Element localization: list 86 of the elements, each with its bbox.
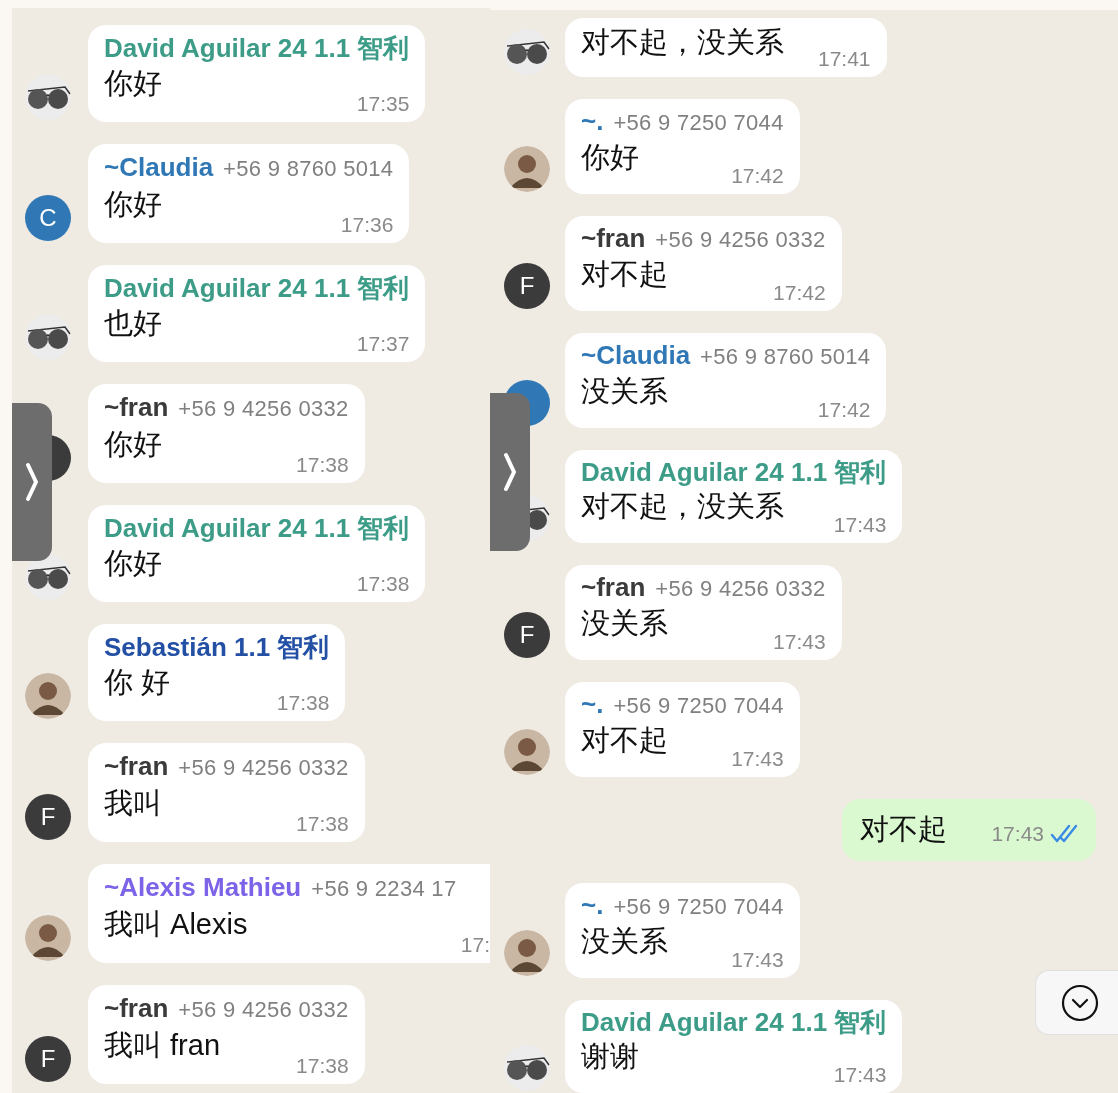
letter-avatar: F (504, 612, 550, 658)
message-text: 没关系 (581, 924, 668, 959)
side-handle[interactable] (490, 393, 530, 551)
sender-name: ~. (581, 889, 604, 921)
message-text: 你 好 (104, 665, 171, 700)
message-time: 17:42 (773, 280, 826, 306)
person-avatar (25, 915, 71, 961)
message-time: 17:37 (356, 331, 410, 357)
sender-name: ~Claudia (581, 339, 691, 371)
message-time: 17:38 (296, 1053, 349, 1079)
message-text: 谢谢 (581, 1039, 639, 1074)
message-time: 17:42 (817, 397, 871, 423)
message-text: 你好 (104, 187, 162, 222)
sender-name: ~. (581, 688, 604, 720)
sender-phone: +56 9 8760 5014 (223, 155, 394, 183)
message-text: 你好 (581, 140, 639, 175)
sender-phone: +56 9 7250 7044 (613, 109, 784, 137)
sender-phone: +56 9 7250 7044 (613, 692, 784, 720)
message-text: 你好 (104, 427, 162, 462)
message-text: 我叫 (104, 786, 162, 821)
message-text: 对不起 (581, 257, 668, 292)
sender-name: David Aguilar 24 1.1 智利 (104, 272, 410, 305)
message-time: 17:43 (731, 947, 784, 973)
sender-name: David Aguilar 24 1.1 智利 (581, 456, 887, 488)
person-avatar (504, 729, 550, 775)
sender-name: ~fran (104, 992, 169, 1025)
letter-avatar: F (25, 1036, 71, 1082)
message-text: 也好 (104, 306, 162, 341)
sender-name: David Aguilar 24 1.1 智利 (104, 512, 410, 545)
sender-name: ~fran (581, 222, 646, 254)
message-time: 17:38 (296, 811, 349, 837)
sunglasses-avatar (25, 74, 71, 120)
message-time: 17:35 (356, 91, 410, 117)
sender-phone: +56 9 4256 0332 (178, 395, 349, 423)
sender-name: ~fran (104, 391, 169, 424)
sender-name: ~Alexis Mathieu (104, 871, 302, 904)
side-handle[interactable] (12, 403, 52, 561)
sender-phone: +56 9 8760 5014 (700, 343, 871, 371)
message-time: 17:36 (340, 212, 394, 238)
message-text: 我叫 Alexis (104, 907, 248, 942)
sender-name: ~. (581, 105, 604, 137)
person-avatar (504, 146, 550, 192)
sender-name: Sebastián 1.1 智利 (104, 631, 330, 664)
sender-phone: +56 9 4256 0332 (178, 754, 349, 782)
message-time: 17:41 (818, 46, 871, 72)
sender-phone: +56 9 7250 7044 (613, 893, 784, 921)
message-time: 17:43 (833, 1062, 887, 1088)
chevron-right-icon (25, 462, 39, 502)
sender-phone: +56 9 4256 0332 (178, 996, 349, 1024)
letter-avatar: F (504, 263, 550, 309)
scroll-down-button[interactable] (1035, 970, 1118, 1035)
letter-avatar: F (25, 794, 71, 840)
sender-name: David Aguilar 24 1.1 智利 (104, 32, 410, 65)
sender-phone: +56 9 4256 0332 (655, 226, 826, 254)
sender-name: ~Claudia (104, 151, 214, 184)
message-text: 对不起 (860, 812, 948, 847)
sender-name: ~fran (581, 571, 646, 603)
letter-avatar: C (25, 195, 71, 241)
sender-name: David Aguilar 24 1.1 智利 (581, 1006, 887, 1038)
message-text: 对不起，没关系 (581, 25, 784, 60)
sender-phone: +56 9 4256 0332 (655, 575, 826, 603)
message-time: 17:38 (276, 690, 330, 716)
sunglasses-avatar (25, 314, 71, 360)
message-time: 17:43 (833, 512, 887, 538)
message-text: 你好 (104, 546, 162, 581)
sender-name: ~fran (104, 750, 169, 783)
message-time: 17:38 (296, 452, 349, 478)
sunglasses-avatar (25, 554, 71, 600)
sender-phone: +56 9 2234 17 (311, 875, 457, 903)
chevron-down-icon (1061, 983, 1099, 1022)
message-time: 17: (460, 932, 490, 958)
message-text: 没关系 (581, 374, 668, 409)
message-time: 17:43 (773, 629, 826, 655)
message-time: 17:42 (731, 163, 784, 189)
sunglasses-avatar (504, 29, 550, 75)
person-avatar (25, 673, 71, 719)
message-time: 17:43 (991, 821, 1044, 847)
message-time: 17:38 (356, 571, 410, 597)
chevron-right-icon (503, 452, 517, 492)
message-text: 对不起，没关系 (581, 489, 784, 524)
message-text: 我叫 fran (104, 1028, 221, 1063)
message-text: 你好 (104, 66, 162, 101)
message-text: 没关系 (581, 606, 668, 641)
message-time: 17:43 (731, 746, 784, 772)
person-avatar (504, 930, 550, 976)
message-text: 对不起 (581, 723, 668, 758)
